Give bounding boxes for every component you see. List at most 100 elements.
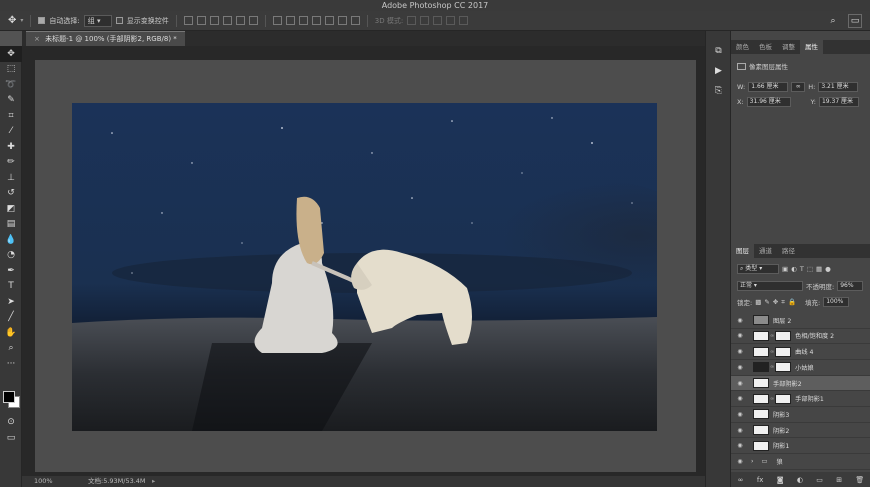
visibility-eye-icon[interactable]: ◉ (735, 427, 745, 434)
folder-icon[interactable]: ▭ (756, 457, 772, 467)
distribute-top-icon[interactable] (272, 16, 282, 25)
eyedropper-tool-icon[interactable]: ⁄ (0, 124, 22, 140)
new-layer-icon[interactable]: ⊞ (836, 476, 842, 484)
visibility-eye-icon[interactable]: ◉ (735, 332, 745, 339)
layer-thumbnail[interactable] (753, 425, 769, 436)
visibility-eye-icon[interactable]: ◉ (735, 458, 745, 465)
layer-row[interactable]: ◉ 阴影3 (731, 407, 870, 423)
fx-icon[interactable]: fx (757, 476, 764, 484)
document-tab[interactable]: × 未标题-1 @ 100% (手部阴影2, RGB/8) * (26, 31, 185, 46)
pen-tool-icon[interactable]: ✒ (0, 263, 22, 279)
layer-row[interactable]: ◉ 阴影1 (731, 439, 870, 455)
photo-image[interactable] (72, 103, 657, 431)
properties-tab-2[interactable]: 调整 (777, 40, 800, 54)
properties-tab-3[interactable]: 属性 (800, 40, 823, 54)
distribute-left-icon[interactable] (311, 16, 321, 25)
layers-tab-1[interactable]: 通道 (754, 244, 777, 258)
history-panel-icon[interactable]: ⧉ (706, 41, 731, 61)
layers-tab-0[interactable]: 图层 (731, 244, 754, 258)
filter-type-icon[interactable]: T (800, 265, 804, 273)
actions-play-icon[interactable]: ▶ (706, 61, 731, 81)
width-field[interactable]: 1.66 厘米 (748, 82, 789, 92)
filter-pixel-icon[interactable]: ▣ (782, 265, 788, 273)
height-field[interactable]: 3.21 厘米 (818, 82, 859, 92)
layer-row[interactable]: ◉ ∞ 小姑娘 (731, 360, 870, 376)
line-tool-icon[interactable]: ╱ (0, 310, 22, 326)
show-transform-checkbox[interactable] (115, 17, 123, 24)
layer-thumbnail[interactable] (753, 378, 769, 389)
lock-image-icon[interactable]: ✎ (764, 298, 769, 306)
expand-group-icon[interactable]: › (751, 458, 753, 465)
visibility-eye-icon[interactable]: ◉ (735, 348, 745, 355)
filter-toggle-icon[interactable]: ● (825, 265, 831, 273)
properties-tab-0[interactable]: 颜色 (731, 40, 754, 54)
distribute-right-icon[interactable] (337, 16, 347, 25)
quick-select-tool-icon[interactable]: ✎ (0, 93, 22, 109)
visibility-eye-icon[interactable]: ◉ (735, 442, 745, 449)
visibility-eye-icon[interactable]: ◉ (735, 317, 745, 324)
clone-source-icon[interactable]: ⎘ (706, 81, 731, 101)
y-field[interactable]: 19.37 厘米 (818, 97, 859, 107)
layer-mask-thumbnail[interactable] (775, 362, 792, 373)
layer-row[interactable]: ◉ 图层 2 (731, 313, 870, 329)
align-bottom-icon[interactable] (209, 16, 219, 25)
filter-shape-icon[interactable]: ⬚ (807, 265, 813, 273)
layer-mask-thumbnail[interactable] (775, 330, 792, 341)
layer-row[interactable]: ◉ 阴影2 (731, 423, 870, 439)
blend-mode-dropdown[interactable]: 正常 ▾ (737, 281, 803, 291)
lock-artboard-icon[interactable]: ⌗ (781, 298, 785, 307)
workspace-icon[interactable]: ▭ (848, 14, 862, 28)
healing-brush-icon[interactable]: ✚ (0, 139, 22, 155)
move-tool-options-icon[interactable]: ✥ (8, 15, 16, 26)
layer-mask-thumbnail[interactable] (775, 346, 792, 357)
3d-rotate-icon[interactable] (407, 16, 417, 25)
visibility-eye-icon[interactable]: ◉ (735, 395, 745, 402)
align-top-icon[interactable] (183, 16, 193, 25)
3d-roll-icon[interactable] (420, 16, 430, 25)
crop-tool-icon[interactable]: ⌗ (0, 108, 22, 124)
move-tool-icon[interactable]: ✥ (0, 46, 22, 62)
layer-thumbnail[interactable] (753, 362, 769, 373)
folder-icon[interactable]: ▭ (816, 476, 823, 484)
doc-info[interactable]: 文档:5.93M/53.4M (88, 476, 146, 487)
marquee-tool-icon[interactable]: ⬚ (0, 62, 22, 78)
layer-row[interactable]: ◉ ∞ 色相/饱和度 2 (731, 329, 870, 345)
layer-thumbnail[interactable] (753, 346, 769, 357)
fill-field[interactable]: 100% (823, 297, 850, 307)
blur-tool-icon[interactable]: 💧 (0, 232, 22, 248)
align-left-icon[interactable] (222, 16, 232, 25)
mask-link-icon[interactable]: ∞ (770, 364, 774, 370)
mask-link-icon[interactable]: ∞ (770, 333, 774, 339)
layer-thumbnail[interactable] (753, 315, 769, 326)
canvas[interactable] (35, 60, 696, 472)
trash-icon[interactable]: 🗑 (855, 476, 864, 484)
visibility-eye-icon[interactable]: ◉ (735, 364, 745, 371)
quick-mask-icon[interactable]: ⊙ (0, 414, 22, 430)
close-tab-icon[interactable]: × (34, 35, 40, 43)
filter-smart-icon[interactable]: ▦ (816, 265, 822, 273)
eraser-tool-icon[interactable]: ◩ (0, 201, 22, 217)
more-tools-icon[interactable]: ··· (0, 356, 22, 372)
history-brush-icon[interactable]: ↺ (0, 186, 22, 202)
align-vcenter-icon[interactable] (196, 16, 206, 25)
status-menu-arrow-icon[interactable]: ▸ (152, 476, 155, 487)
type-tool-icon[interactable]: T (0, 279, 22, 295)
adjustment-icon[interactable]: ◐ (797, 476, 803, 484)
mask-link-icon[interactable]: ∞ (770, 349, 774, 355)
gradient-tool-icon[interactable]: ▤ (0, 217, 22, 233)
x-field[interactable]: 31.96 厘米 (746, 97, 791, 107)
auto-select-checkbox[interactable] (38, 17, 46, 24)
3d-pan-icon[interactable] (433, 16, 443, 25)
layer-row[interactable]: ◉ ∞ 手部阴影1 (731, 392, 870, 407)
hand-tool-icon[interactable]: ✋ (0, 325, 22, 341)
search-icon[interactable]: ⌕ (826, 14, 840, 28)
auto-align-icon[interactable] (350, 16, 360, 25)
distribute-hcenter-icon[interactable] (324, 16, 334, 25)
layer-thumbnail[interactable] (753, 393, 769, 404)
lock-all-icon[interactable]: 🔒 (788, 298, 796, 306)
3d-slide-icon[interactable] (446, 16, 456, 25)
auto-select-dropdown[interactable]: 组 ▾ (83, 14, 112, 27)
layer-row[interactable]: ◉ ∞ 曲线 4 (731, 344, 870, 360)
layer-thumbnail[interactable] (753, 409, 769, 420)
layer-thumbnail[interactable] (753, 440, 769, 451)
